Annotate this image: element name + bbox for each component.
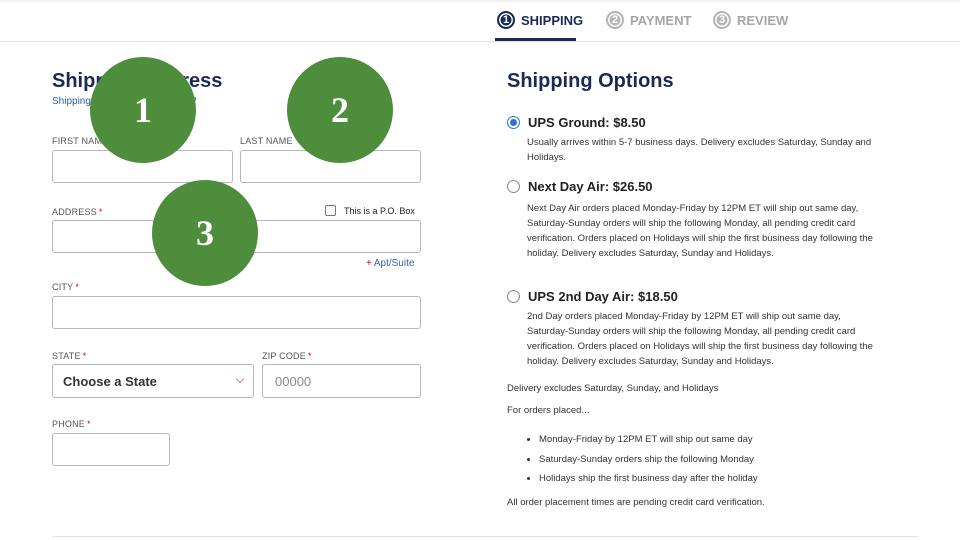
top-divider [0, 0, 960, 2]
list-item: Saturday-Sunday orders ship the followin… [527, 450, 758, 470]
shipping-bullets: Monday-Friday by 12PM ET will ship out s… [527, 430, 758, 489]
option-title: UPS Ground: $8.50 [528, 115, 646, 130]
step-payment-label: PAYMENT [630, 12, 692, 28]
checkout-progress-bar: 1 SHIPPING 2 PAYMENT 3 REVIEW [0, 0, 960, 42]
step-2-icon: 2 [606, 11, 624, 29]
delivery-note: Delivery excludes Saturday, Sunday, and … [507, 383, 719, 394]
option-title: Next Day Air: $26.50 [528, 179, 653, 194]
step-shipping[interactable]: 1 SHIPPING [497, 11, 583, 29]
plus-icon: + [366, 258, 372, 269]
city-field[interactable] [52, 296, 421, 329]
radio-ups-ground[interactable] [507, 116, 520, 129]
option-next-day-air[interactable]: Next Day Air: $26.50 [507, 179, 653, 194]
phone-input[interactable] [53, 434, 169, 465]
po-box-checkbox[interactable]: This is a P.O. Box [325, 205, 415, 216]
option-ups-ground[interactable]: UPS Ground: $8.50 [507, 115, 646, 130]
orders-intro: For orders placed... [507, 405, 590, 416]
zip-input[interactable] [263, 365, 420, 397]
annotation-marker-1: 1 [90, 57, 196, 163]
active-step-underline [495, 38, 576, 41]
apt-suite-link[interactable]: + Apt/Suite [366, 258, 414, 269]
state-select[interactable]: Choose a State [52, 364, 254, 398]
last-name-label: LAST NAME [240, 136, 293, 146]
list-item: Monday-Friday by 12PM ET will ship out s… [527, 430, 758, 450]
step-review[interactable]: 3 REVIEW [713, 11, 788, 29]
option-description: Usually arrives within 5-7 business days… [527, 137, 872, 163]
annotation-marker-3: 3 [152, 180, 258, 286]
zip-label: ZIP CODE * [262, 351, 312, 361]
po-box-label: This is a P.O. Box [344, 205, 415, 216]
zip-field[interactable] [262, 364, 421, 398]
shipping-options-title: Shipping Options [507, 70, 674, 92]
step-review-label: REVIEW [737, 12, 789, 28]
radio-ups-2nd-day[interactable] [507, 290, 520, 303]
bottom-divider [52, 536, 918, 537]
phone-label: PHONE * [52, 419, 91, 429]
step-payment[interactable]: 2 PAYMENT [606, 11, 691, 29]
state-label: STATE * [52, 351, 87, 361]
option-description: 2nd Day orders placed Monday-Friday by 1… [527, 311, 873, 367]
list-item: Holidays ship the first business day aft… [527, 469, 758, 489]
address-label: ADDRESS * [52, 207, 103, 217]
annotation-marker-2: 2 [287, 57, 393, 163]
city-label: CITY * [52, 282, 80, 292]
chevron-down-icon [235, 374, 245, 384]
phone-field[interactable] [52, 433, 170, 466]
verification-note: All order placement times are pending cr… [507, 497, 765, 508]
radio-next-day-air[interactable] [507, 180, 520, 193]
option-description: Next Day Air orders placed Monday-Friday… [527, 203, 873, 259]
option-title: UPS 2nd Day Air: $18.50 [528, 289, 678, 304]
option-ups-2nd-day[interactable]: UPS 2nd Day Air: $18.50 [507, 289, 678, 304]
step-shipping-label: SHIPPING [521, 12, 584, 28]
city-input[interactable] [53, 297, 420, 328]
step-1-icon: 1 [497, 11, 515, 29]
step-3-icon: 3 [713, 11, 731, 29]
checkbox-icon[interactable] [325, 205, 336, 216]
state-select-value: Choose a State [63, 373, 157, 389]
